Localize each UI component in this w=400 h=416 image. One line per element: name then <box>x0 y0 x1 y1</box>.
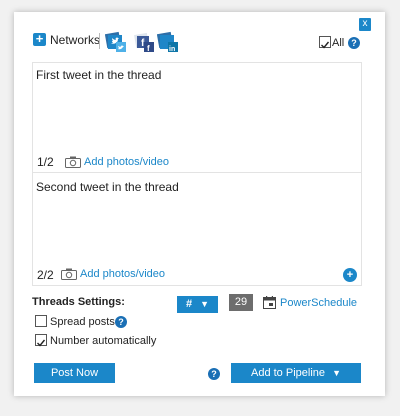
camera-icon[interactable] <box>61 268 77 280</box>
facebook-stack-icon[interactable]: f f <box>133 31 155 53</box>
hashtag-label: # <box>185 298 193 310</box>
spread-posts-label: Spread posts <box>50 316 115 328</box>
add-photos-link-1[interactable]: Add photos/video <box>84 156 169 168</box>
tweet-counter-1: 1/2 <box>37 155 54 169</box>
hashtag-dropdown[interactable]: # ▼ <box>177 296 218 313</box>
powerschedule-link[interactable]: PowerSchedule <box>280 297 357 309</box>
number-automatically-checkbox[interactable] <box>35 334 47 347</box>
all-label: All <box>332 37 345 49</box>
add-photos-link-2[interactable]: Add photos/video <box>80 268 165 280</box>
linkedin-stack-icon[interactable]: in <box>157 31 179 53</box>
threads-settings-title: Threads Settings: <box>32 296 125 308</box>
twitter-stack-icon[interactable] <box>105 31 127 53</box>
add-network-icon[interactable]: + <box>33 32 46 46</box>
spread-posts-checkbox[interactable] <box>35 315 47 327</box>
post-now-button[interactable]: Post Now <box>34 363 115 383</box>
tweet-counter-2: 2/2 <box>37 268 54 282</box>
number-counter: 29 <box>229 294 253 311</box>
check-icon <box>321 41 330 49</box>
caret-down-icon: ▼ <box>200 299 210 309</box>
tweet-text-1[interactable]: First tweet in the thread <box>36 68 161 82</box>
number-automatically-label: Number automatically <box>50 335 157 347</box>
svg-text:f: f <box>147 44 150 53</box>
svg-text:in: in <box>169 46 175 53</box>
all-help-icon[interactable]: ? <box>348 37 360 49</box>
add-to-pipeline-button[interactable]: Add to Pipeline ▼ <box>231 363 361 383</box>
calendar-icon[interactable] <box>263 296 276 309</box>
networks-divider <box>99 33 100 49</box>
tweet-input-1[interactable]: First tweet in the thread <box>32 62 362 173</box>
check-icon <box>37 339 46 347</box>
spread-posts-help-icon[interactable]: ? <box>115 316 127 328</box>
add-to-pipeline-label: Add to Pipeline <box>251 367 325 379</box>
caret-down-icon: ▼ <box>332 368 341 378</box>
add-tweet-button[interactable]: + <box>343 268 357 282</box>
close-button[interactable]: x <box>359 18 371 31</box>
camera-icon[interactable] <box>65 156 81 168</box>
pipeline-help-icon[interactable]: ? <box>208 368 220 380</box>
networks-label[interactable]: Networks <box>50 33 100 47</box>
tweet-text-2[interactable]: Second tweet in the thread <box>36 180 179 194</box>
all-checkbox[interactable] <box>319 36 331 49</box>
